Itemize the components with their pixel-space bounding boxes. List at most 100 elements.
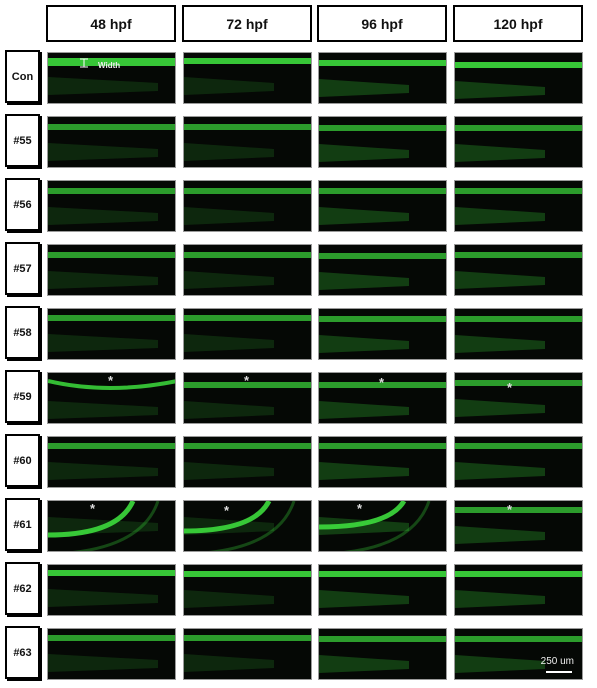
fluorescence-image — [319, 316, 446, 353]
microscopy-panel — [318, 308, 447, 360]
microscopy-panel — [183, 244, 312, 296]
column-header: 72 hpf — [182, 5, 312, 42]
fluorescence-image — [319, 253, 446, 290]
microscopy-panel — [47, 244, 176, 296]
fluorescence-image — [184, 188, 311, 225]
fluorescence-image — [48, 252, 175, 289]
fluorescence-image — [455, 443, 582, 480]
column-header: 48 hpf — [46, 5, 176, 42]
microscopy-panel — [318, 564, 447, 616]
scale-bar-label: 250 um — [540, 656, 574, 667]
row-label: #60 — [5, 434, 40, 487]
microscopy-panel — [454, 244, 583, 296]
microscopy-panel — [183, 564, 312, 616]
microscopy-panel — [183, 180, 312, 232]
asterisk-marker: * — [507, 502, 513, 517]
asterisk-marker: * — [379, 375, 385, 390]
column-header: 120 hpf — [453, 5, 583, 42]
fluorescence-image — [319, 443, 446, 480]
microscopy-panel: * — [454, 372, 583, 424]
microscopy-panel — [47, 180, 176, 232]
row-label: #55 — [5, 114, 40, 167]
row-label: #57 — [5, 242, 40, 295]
fluorescence-image — [184, 501, 296, 551]
fluorescence-image — [455, 316, 582, 353]
microscopy-panel — [454, 564, 583, 616]
asterisk-marker: * — [244, 373, 250, 388]
fluorescence-image — [184, 571, 311, 608]
asterisk-marker: * — [90, 501, 96, 516]
microscopy-panel — [47, 436, 176, 488]
fluorescence-image — [455, 62, 582, 99]
row-label: #62 — [5, 562, 40, 615]
microscopy-panel — [183, 116, 312, 168]
microscopy-panel — [183, 308, 312, 360]
row-label: #61 — [5, 498, 40, 551]
fluorescence-image — [319, 60, 446, 97]
microscopy-panel — [318, 244, 447, 296]
fluorescence-image — [455, 507, 582, 544]
microscopy-panel: Width — [47, 52, 176, 104]
fluorescence-image — [48, 124, 175, 161]
fluorescence-image — [319, 125, 446, 162]
fluorescence-image — [319, 636, 446, 673]
microscopy-panel — [318, 436, 447, 488]
fluorescence-image — [48, 570, 175, 607]
fluorescence-image — [48, 443, 175, 480]
row-label: #56 — [5, 178, 40, 231]
row-label: #59 — [5, 370, 40, 423]
microscopy-panel — [47, 564, 176, 616]
fluorescence-image — [48, 188, 175, 225]
width-label: Width — [98, 61, 121, 70]
fluorescence-image — [184, 443, 311, 480]
asterisk-marker: * — [108, 373, 114, 388]
microscopy-panel — [318, 52, 447, 104]
fluorescence-image — [48, 635, 175, 672]
microscopy-panel: * — [318, 372, 447, 424]
microscopy-panel: * — [318, 500, 447, 552]
microscopy-panel — [454, 436, 583, 488]
asterisk-marker: * — [224, 503, 230, 518]
microscopy-panel — [318, 180, 447, 232]
microscopy-panel — [47, 308, 176, 360]
fluorescence-image — [455, 125, 582, 162]
row-label: Con — [5, 50, 40, 103]
microscopy-panel — [47, 116, 176, 168]
microscopy-panel — [318, 116, 447, 168]
fluorescence-image — [319, 188, 446, 225]
asterisk-marker: * — [357, 501, 363, 516]
fluorescence-image — [184, 124, 311, 161]
column-header: 96 hpf — [317, 5, 447, 42]
fluorescence-image — [184, 635, 311, 672]
microscopy-panel: 250 um — [454, 628, 583, 680]
microscopy-panel — [454, 308, 583, 360]
microscopy-panel: * — [47, 372, 176, 424]
scale-bar — [546, 671, 572, 673]
fluorescence-image — [319, 571, 446, 608]
microscopy-panel: * — [183, 372, 312, 424]
microscopy-panel — [454, 180, 583, 232]
fluorescence-image — [48, 501, 160, 551]
microscopy-panel — [47, 628, 176, 680]
microscopy-panel — [318, 628, 447, 680]
microscopy-panel — [183, 628, 312, 680]
microscopy-panel: * — [183, 500, 312, 552]
asterisk-marker: * — [507, 380, 513, 395]
fluorescence-image — [184, 252, 311, 289]
fluorescence-image — [455, 571, 582, 608]
fluorescence-image — [184, 315, 311, 352]
fluorescence-image — [319, 501, 431, 551]
microscopy-panel — [183, 52, 312, 104]
fluorescence-image — [455, 188, 582, 225]
microscopy-panel — [183, 436, 312, 488]
fluorescence-image — [184, 58, 311, 95]
fluorescence-image — [455, 252, 582, 289]
microscopy-panel — [454, 116, 583, 168]
row-label: #63 — [5, 626, 40, 679]
row-label: #58 — [5, 306, 40, 359]
fluorescence-image — [455, 380, 582, 417]
microscopy-panel: * — [47, 500, 176, 552]
microscopy-panel: * — [454, 500, 583, 552]
fluorescence-image — [48, 315, 175, 352]
microscopy-panel — [454, 52, 583, 104]
